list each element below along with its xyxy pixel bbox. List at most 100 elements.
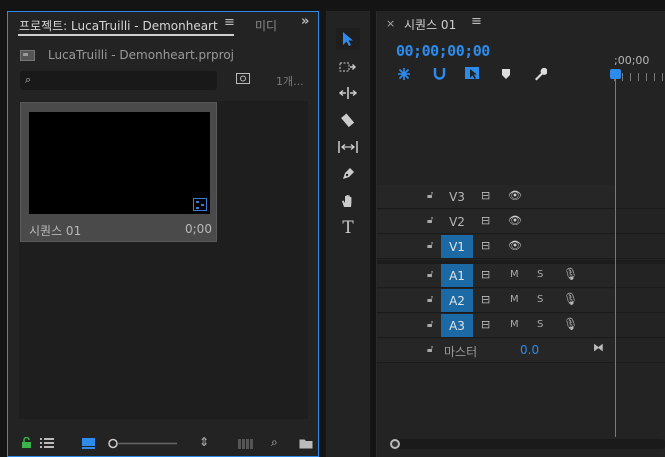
- track-select-tool[interactable]: [336, 56, 360, 78]
- find-icon[interactable]: ⌕: [271, 435, 278, 450]
- track-lock-icon[interactable]: 🔓︎: [427, 240, 433, 251]
- track-a3: 🔓︎ A3 ⊟ M S 🎙︎: [377, 314, 665, 338]
- sync-lock-icon[interactable]: ⊟: [481, 239, 490, 252]
- solo-button[interactable]: S: [537, 319, 543, 330]
- active-tab-underline: [18, 34, 234, 36]
- razor-tool[interactable]: [336, 109, 360, 131]
- timeline-menu-icon[interactable]: ≡: [471, 14, 482, 29]
- track-area: 🔓︎ V3 ⊟ 👁︎ 🔓︎ V2 ⊟ 👁︎ 🔓︎ V1 ⊟ 👁︎ 🔓︎ A1 ⊟…: [377, 182, 665, 368]
- item-count: 1개...: [276, 75, 304, 88]
- timeline-panel: × 시퀀스 01 ≡ 00;00;00;00 ;00;00 🔓︎ V3 ⊟ 👁︎…: [376, 11, 665, 457]
- solo-button[interactable]: S: [537, 294, 543, 305]
- time-ruler[interactable]: [614, 73, 665, 81]
- lock-open-icon[interactable]: [21, 437, 32, 449]
- selection-tool[interactable]: [336, 28, 360, 50]
- sync-lock-icon[interactable]: ⊟: [481, 214, 490, 227]
- master-volume-value[interactable]: 0.0: [520, 343, 539, 357]
- ripple-edit-icon: [339, 87, 357, 99]
- timeline-horizontal-scrollbar[interactable]: [390, 439, 665, 449]
- icon-view-icon[interactable]: [82, 438, 95, 449]
- linked-selection-icon[interactable]: [465, 66, 481, 81]
- slip-tool[interactable]: [336, 136, 360, 158]
- sequence-clip-tile[interactable]: 시퀀스 01 0;00: [20, 102, 217, 242]
- wrench-settings-icon[interactable]: [533, 67, 547, 81]
- mute-button[interactable]: M: [510, 269, 519, 280]
- track-select-icon: [339, 62, 356, 72]
- track-lock-icon[interactable]: 🔓︎: [427, 190, 433, 201]
- solo-button[interactable]: S: [537, 269, 543, 280]
- track-header: 🔓︎ A3 ⊟ M S 🎙︎: [377, 314, 614, 337]
- track-label-v2[interactable]: V2: [441, 210, 473, 233]
- track-lock-icon[interactable]: 🔓︎: [427, 344, 433, 355]
- panel-menu-icon[interactable]: ≡: [224, 15, 235, 30]
- tab-media-browser[interactable]: 미디: [255, 17, 277, 34]
- new-bin-folder-icon[interactable]: [299, 438, 313, 449]
- track-header: 🔓︎ V3 ⊟ 👁︎: [377, 185, 614, 208]
- track-header: 🔓︎ A1 ⊟ M S 🎙︎: [377, 264, 614, 287]
- hand-icon: [342, 195, 352, 207]
- track-header: 🔓︎ V2 ⊟ 👁︎: [377, 210, 614, 233]
- track-lock-icon[interactable]: 🔓︎: [427, 269, 433, 280]
- track-label-v3[interactable]: V3: [441, 185, 473, 208]
- add-marker-icon[interactable]: [501, 68, 511, 80]
- clip-name: 시퀀스 01: [29, 224, 82, 238]
- tools-panel: T: [326, 11, 370, 457]
- track-header: 🔓︎ V1 ⊟ 👁︎: [377, 235, 614, 258]
- selection-arrow-icon: [343, 32, 353, 46]
- sync-lock-icon[interactable]: ⊟: [481, 293, 490, 306]
- zoom-slider[interactable]: [108, 438, 178, 449]
- new-bin-icon[interactable]: [236, 73, 250, 84]
- sequence-badge-icon: [193, 198, 207, 211]
- mute-button[interactable]: M: [510, 319, 519, 330]
- project-bottom-bar: ⇕ ⌕: [8, 431, 318, 457]
- pen-tool[interactable]: [336, 163, 360, 185]
- clip-duration: 0;00: [185, 222, 212, 236]
- track-label-v1[interactable]: V1: [441, 235, 473, 258]
- microphone-icon[interactable]: 🎙︎: [563, 267, 578, 281]
- project-media-area: 시퀀스 01 0;00: [19, 101, 308, 419]
- search-input[interactable]: ⌕: [20, 71, 217, 90]
- track-label-a2[interactable]: A2: [441, 289, 473, 312]
- track-lock-icon[interactable]: 🔓︎: [427, 294, 433, 305]
- track-header: 🔓︎ 마스터 0.0 ⧓: [377, 339, 614, 362]
- project-tab-bar: 프로젝트: LucaTruilli - Demonheart ≡ 미디 »: [8, 12, 318, 38]
- sync-lock-icon[interactable]: ⊟: [481, 189, 490, 202]
- track-lock-icon[interactable]: 🔓︎: [427, 319, 433, 330]
- playhead-line[interactable]: [615, 71, 616, 437]
- search-icon: ⌕: [25, 73, 32, 86]
- close-tab-icon[interactable]: ×: [386, 17, 395, 30]
- tab-project[interactable]: 프로젝트: LucaTruilli - Demonheart: [19, 17, 218, 34]
- eye-icon[interactable]: 👁︎: [508, 239, 522, 252]
- sync-lock-icon[interactable]: ⊟: [481, 268, 490, 281]
- microphone-icon[interactable]: 🎙︎: [563, 317, 578, 331]
- track-lock-icon[interactable]: 🔓︎: [427, 215, 433, 226]
- track-a2: 🔓︎ A2 ⊟ M S 🎙︎: [377, 289, 665, 313]
- hand-tool[interactable]: [336, 190, 360, 212]
- project-file-row: LucaTruilli - Demonheart.prproj: [8, 45, 318, 67]
- pen-icon: [343, 168, 354, 179]
- app-window: 프로젝트: LucaTruilli - Demonheart ≡ 미디 » Lu…: [0, 0, 665, 457]
- track-label-a1[interactable]: A1: [441, 264, 473, 287]
- go-to-edit-icon[interactable]: ⧓: [593, 341, 604, 354]
- more-tabs-icon[interactable]: »: [301, 14, 309, 29]
- tab-sequence[interactable]: 시퀀스 01: [404, 16, 456, 33]
- list-view-icon[interactable]: [40, 438, 54, 449]
- nest-snap-icon[interactable]: [397, 67, 411, 81]
- scrollbar-handle[interactable]: [390, 439, 400, 449]
- slip-icon: [338, 141, 358, 153]
- microphone-icon[interactable]: 🎙︎: [563, 292, 578, 306]
- sort-icon[interactable]: ⇕: [199, 435, 209, 449]
- ripple-edit-tool[interactable]: [336, 82, 360, 104]
- eye-icon[interactable]: 👁︎: [508, 189, 522, 202]
- track-v1: 🔓︎ V1 ⊟ 👁︎: [377, 235, 665, 259]
- track-master: 🔓︎ 마스터 0.0 ⧓: [377, 339, 665, 363]
- snap-magnet-icon[interactable]: [433, 67, 446, 80]
- playhead-timecode[interactable]: 00;00;00;00: [396, 42, 490, 60]
- type-tool[interactable]: T: [336, 217, 360, 239]
- track-label-a3[interactable]: A3: [441, 314, 473, 337]
- automate-sequence-icon[interactable]: [238, 439, 254, 449]
- sync-lock-icon[interactable]: ⊟: [481, 318, 490, 331]
- eye-icon[interactable]: 👁︎: [508, 214, 522, 227]
- mute-button[interactable]: M: [510, 294, 519, 305]
- track-a1: 🔓︎ A1 ⊟ M S 🎙︎: [377, 264, 665, 288]
